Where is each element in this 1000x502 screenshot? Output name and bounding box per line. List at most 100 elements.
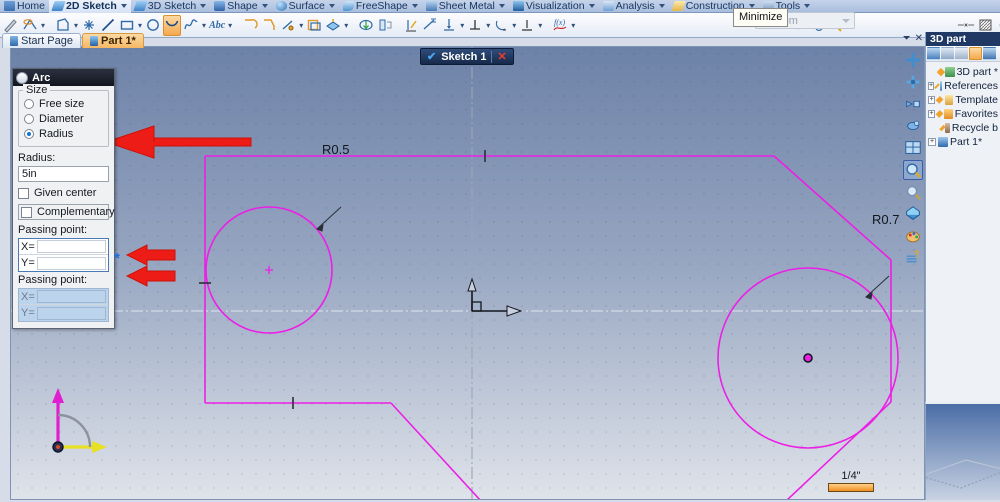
dropdown-dot[interactable]: ▾ (299, 21, 303, 30)
zoom-in-icon[interactable] (903, 160, 923, 180)
tree-list-icon[interactable] (941, 47, 954, 60)
tree-item[interactable]: + Part 1* (928, 135, 998, 149)
dropdown-dot[interactable]: ▾ (138, 21, 142, 30)
chevron-down-icon[interactable] (200, 4, 207, 8)
tree-filter-icon[interactable] (969, 47, 982, 60)
dropdown-dot[interactable]: ▾ (228, 21, 232, 30)
chevron-down-icon[interactable] (588, 4, 595, 8)
tree-item-label: Template (955, 94, 998, 106)
sheet-metal-icon (425, 1, 437, 11)
tree-item[interactable]: + Template (928, 93, 998, 107)
ribbon-tab-freeshape[interactable]: FreeShape (339, 0, 422, 13)
close-icon[interactable]: ✕ (915, 33, 923, 44)
dropdown-dot[interactable]: ▾ (74, 21, 78, 30)
3d-preview-pane[interactable] (925, 402, 1000, 500)
passing-point-2-x-row: X= (19, 289, 108, 305)
dropdown-dot[interactable]: ▾ (486, 21, 490, 30)
radio-free-size[interactable]: Free size (24, 98, 104, 110)
part-tree-panel: 3D part 3D part * + References + Template + Fa… (925, 32, 1000, 402)
dropdown-dot[interactable]: ▾ (344, 21, 348, 30)
radio-radius[interactable]: Radius (24, 128, 104, 140)
tree-expander-icon[interactable]: + (928, 96, 936, 104)
split-view-icon[interactable] (903, 138, 923, 158)
iso-view-icon[interactable] (903, 204, 923, 224)
dock-pin-controls: ⏷ ✕ (903, 33, 923, 44)
dropdown-dot[interactable]: ▾ (202, 21, 206, 30)
tree-item[interactable]: + Favorites (928, 107, 998, 121)
zoom-window-icon[interactable] (903, 94, 923, 114)
ribbon-tab-analysis[interactable]: Analysis (599, 0, 669, 13)
ribbon-tab-sheet-metal[interactable]: Sheet Metal (422, 0, 509, 13)
document-tab-icon (89, 36, 98, 46)
freeshape-icon (342, 1, 354, 11)
ribbon-tab-label: Sheet Metal (438, 0, 495, 12)
tree-expander-icon[interactable]: + (928, 82, 935, 90)
size-group-title: Size (23, 84, 51, 96)
tree-expander-icon[interactable]: + (928, 110, 936, 118)
tree-item[interactable]: 3D part * (928, 65, 998, 79)
ribbon-tab-shape[interactable]: Shape (210, 0, 271, 13)
chevron-down-icon[interactable] (120, 4, 127, 8)
panel-title: 3D part (926, 32, 1000, 46)
references-icon (939, 81, 943, 91)
chevron-down-icon[interactable] (842, 18, 850, 23)
close-sketch-icon[interactable]: ✕ (497, 50, 506, 63)
radio-label-free-size: Free size (39, 98, 85, 110)
complementary-checkbox-row[interactable]: Complementary (18, 204, 115, 220)
arc-dialog-title: Arc (32, 71, 51, 84)
document-tab-part-1[interactable]: Part 1* (81, 33, 144, 48)
radio-indicator-free-size[interactable] (24, 99, 34, 109)
sketch-canvas[interactable] (10, 46, 925, 500)
ribbon-tab-3d-sketch[interactable]: 3D Sketch (131, 0, 210, 13)
tree-expander-icon[interactable]: + (928, 138, 936, 146)
chevron-down-icon[interactable] (411, 4, 418, 8)
radio-diameter[interactable]: Diameter (24, 113, 104, 125)
move-icon[interactable] (903, 72, 923, 92)
dropdown-dot[interactable]: ▾ (460, 21, 464, 30)
dropdown-dot[interactable]: ▾ (512, 21, 516, 30)
given-center-checkbox-row[interactable]: Given center (18, 187, 109, 199)
document-tab-start-page[interactable]: Start Page (2, 33, 81, 48)
radius-input[interactable]: 5in (18, 166, 109, 182)
chevron-down-icon[interactable] (261, 4, 268, 8)
ribbon-tab-2d-sketch[interactable]: 2D Sketch (49, 0, 131, 13)
shape-icon (214, 1, 226, 11)
tree-sort-icon[interactable] (983, 47, 996, 60)
tree-item[interactable]: + References (928, 79, 998, 93)
palette-icon[interactable] (903, 226, 923, 246)
tree-marker-icon (934, 83, 940, 89)
analysis-icon (602, 1, 614, 11)
dropdown-dot[interactable]: ▾ (538, 21, 542, 30)
given-center-checkbox[interactable] (18, 187, 29, 199)
chevron-down-icon[interactable] (498, 4, 505, 8)
passing-point-1-x-row[interactable]: X= (19, 239, 108, 255)
chevron-down-icon[interactable] (658, 4, 665, 8)
svg-text:?: ? (914, 249, 920, 259)
radio-indicator-radius[interactable] (24, 129, 34, 139)
part-tree: 3D part * + References + Template + Favorites R… (926, 62, 1000, 149)
dropdown-dot[interactable]: ▾ (571, 21, 575, 30)
ribbon-tab-visualization[interactable]: Visualization (509, 0, 599, 13)
auto-hide-icon[interactable]: ⏷ (903, 33, 911, 44)
tree-expand-icon[interactable] (927, 47, 940, 60)
chevron-down-icon[interactable] (804, 4, 811, 8)
complementary-checkbox[interactable] (21, 206, 32, 218)
ribbon-tab-home[interactable]: Home (0, 0, 49, 13)
passing-point-1-y-row[interactable]: Y= (19, 255, 108, 271)
rotate-icon[interactable] (903, 116, 923, 136)
chevron-down-icon[interactable] (328, 4, 335, 8)
passing-point-1-y-input[interactable] (37, 256, 106, 270)
help-icon[interactable]: ? (903, 248, 923, 268)
pan-all-icon[interactable] (903, 50, 923, 70)
arc-dialog-icon (16, 71, 28, 84)
passing-point-1-x-input[interactable] (37, 240, 106, 253)
radio-indicator-diameter[interactable] (24, 114, 34, 124)
document-tab-label: Start Page (21, 35, 73, 47)
tree-hide-icon[interactable] (955, 47, 968, 60)
ribbon-tab-surface[interactable]: Surface (272, 0, 339, 13)
dropdown-dot[interactable]: ▾ (41, 21, 45, 30)
tree-item[interactable]: Recycle b (928, 121, 998, 135)
zoom-out-icon[interactable] (903, 182, 923, 202)
accept-sketch-icon[interactable]: ✔ (427, 50, 436, 63)
ribbon-tab-label: 2D Sketch (66, 0, 117, 12)
